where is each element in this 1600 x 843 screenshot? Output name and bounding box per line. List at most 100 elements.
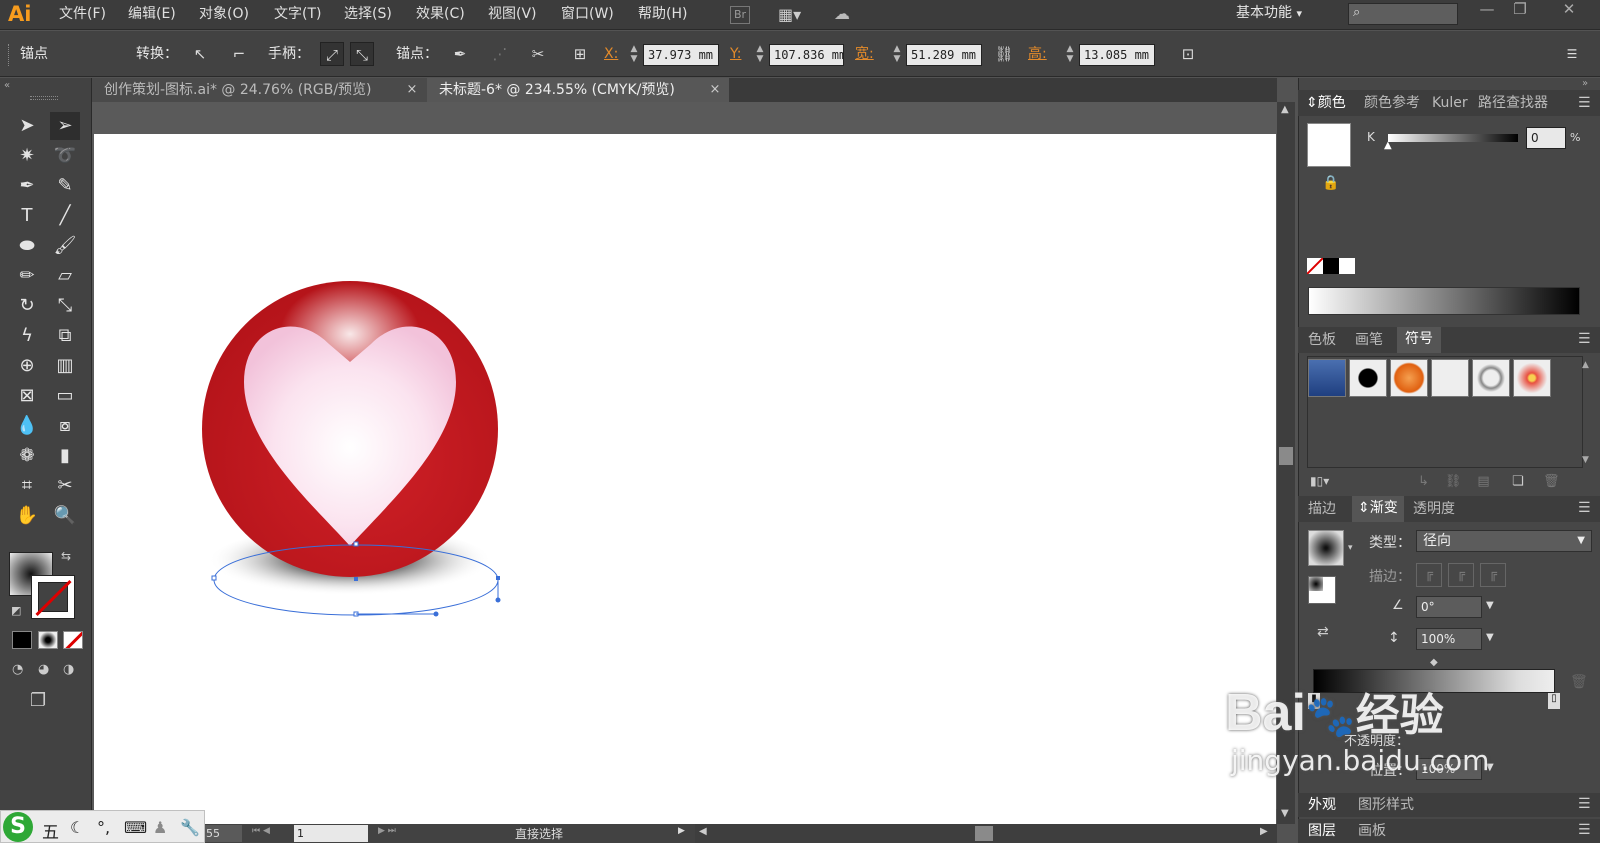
convert-corner-icon[interactable]: ↖ (188, 42, 212, 66)
y-stepper[interactable]: ▲ ▼ (753, 44, 767, 66)
tab-artboards[interactable]: 画板 (1358, 819, 1386, 843)
free-transform-tool-icon[interactable]: ⧉ (50, 322, 80, 350)
eyedropper-tool-icon[interactable]: 💧 (12, 412, 42, 440)
gradient-tool-icon[interactable]: ▭ (50, 382, 80, 410)
workspace-switcher[interactable]: 基本功能 ▾ (1236, 0, 1302, 30)
select-arrow-tool-icon[interactable]: ➤ (12, 112, 42, 140)
none-swatch[interactable] (1307, 258, 1323, 274)
search-input[interactable]: ⌕ (1348, 3, 1458, 25)
collapse-panels-icon[interactable]: » (1582, 78, 1588, 89)
draw-behind-icon[interactable]: ◕ (38, 662, 49, 677)
wrench-icon[interactable]: 🔧 (180, 818, 200, 837)
color-mode-icon[interactable] (12, 631, 32, 649)
tab-kuler[interactable]: Kuler (1432, 91, 1468, 115)
vertical-scroll-thumb[interactable] (1279, 447, 1293, 465)
pen-tool-icon[interactable]: ✒ (12, 172, 42, 200)
page-field[interactable]: 1 (294, 825, 368, 842)
height-stepper[interactable]: ▲ ▼ (1063, 44, 1077, 66)
anchor-left[interactable] (211, 575, 217, 581)
ellipse-tool-icon[interactable]: ⬬ (12, 232, 42, 260)
height-field[interactable]: 13.085 mm (1079, 44, 1155, 66)
tab-brushes[interactable]: 画笔 (1355, 328, 1383, 352)
artboard-tool-icon[interactable]: ⌗ (12, 472, 42, 500)
menu-type[interactable]: 文字(T) (274, 0, 321, 30)
convert-smooth-icon[interactable]: ⌐ (227, 42, 251, 66)
stroke-along-icon[interactable]: ╔ (1448, 563, 1474, 587)
stroke-across-icon[interactable]: ╔ (1480, 563, 1506, 587)
last-page-icon[interactable]: ▶ ⏭ (378, 826, 396, 836)
menu-view[interactable]: 视图(V) (488, 0, 537, 30)
gradient-mode-icon[interactable] (38, 631, 58, 649)
menu-edit[interactable]: 编辑(E) (128, 0, 176, 30)
warp-tool-icon[interactable]: ϟ (12, 322, 42, 350)
delete-stop-icon[interactable]: 🗑 (1570, 674, 1588, 690)
type-tool-icon[interactable]: T (12, 202, 42, 230)
black-swatch[interactable] (1323, 258, 1339, 274)
symbols-scroll-down-icon[interactable]: ▼ (1582, 455, 1589, 465)
tab-stroke[interactable]: 描边 (1308, 497, 1336, 521)
zoom-tool-icon[interactable]: 🔍 (50, 502, 80, 530)
arrange-documents-icon[interactable]: ▦▾ (778, 5, 812, 25)
y-field[interactable]: 107.836 mm (769, 44, 844, 66)
scroll-down-icon[interactable]: ▼ (1281, 808, 1289, 819)
menu-window[interactable]: 窗口(W) (561, 0, 614, 30)
gradient-aspect-field[interactable]: 100% (1416, 628, 1482, 650)
toolbox-grip-icon[interactable] (30, 96, 58, 100)
tab-color[interactable]: ⇕颜色 (1306, 91, 1346, 115)
angle-dropdown-icon[interactable]: ▼ (1486, 600, 1494, 611)
symbols-panel-menu-icon[interactable]: ☰ (1578, 331, 1591, 347)
rotate-tool-icon[interactable]: ↻ (12, 292, 42, 320)
reverse-gradient-icon[interactable]: ⇄ (1317, 624, 1329, 640)
tab-document-1[interactable]: 创作策划-图标.ai* @ 24.76% (RGB/预览) (92, 78, 427, 102)
slice-tool-icon[interactable]: ✂ (50, 472, 80, 500)
direct-select-tool-icon[interactable]: ➢ (50, 112, 80, 140)
tab-layers[interactable]: 图层 (1308, 819, 1336, 843)
handle-point[interactable] (433, 611, 439, 617)
tab-transparency[interactable]: 透明度 (1413, 497, 1455, 521)
color-spectrum[interactable] (1308, 287, 1580, 315)
artwork[interactable] (94, 134, 1276, 824)
menu-help[interactable]: 帮助(H) (638, 0, 687, 30)
user-icon[interactable]: ♟ (153, 818, 167, 837)
ime-mode[interactable]: 五 (42, 818, 59, 843)
k-value-field[interactable]: 0 (1526, 127, 1566, 149)
gradient-preview[interactable] (1308, 530, 1344, 566)
color-fill-preview[interactable] (1307, 123, 1351, 167)
screen-mode-icon[interactable]: ❐ (30, 690, 46, 711)
show-handles-icon[interactable]: ⤢ (320, 42, 344, 66)
swap-fill-stroke-icon[interactable]: ⇆ (61, 549, 71, 563)
k-slider[interactable] (1388, 134, 1518, 142)
collapse-toolbox-icon[interactable]: « (4, 80, 10, 91)
lasso-tool-icon[interactable]: ➰ (50, 142, 80, 170)
connect-endpoints-icon[interactable]: ⋰ (488, 42, 512, 66)
white-swatch[interactable] (1339, 258, 1355, 274)
pencil-tool-icon[interactable]: ✏ (12, 262, 42, 290)
remove-anchor-icon[interactable]: ✒ (448, 42, 472, 66)
handle-point-2[interactable] (495, 597, 501, 603)
x-field[interactable]: 37.973 mm (643, 44, 719, 66)
close-tab-2-icon[interactable]: × (708, 78, 722, 102)
draw-inside-icon[interactable]: ◑ (63, 662, 74, 677)
default-colors-icon[interactable]: ◩ (11, 604, 21, 617)
graph-tool-icon[interactable]: ▥ (50, 352, 80, 380)
blend-tool-icon[interactable]: ⧇ (50, 412, 80, 440)
tab-appearance[interactable]: 外观 (1308, 793, 1336, 817)
tab-document-2[interactable]: 未标题-6* @ 234.55% (CMYK/预览) (427, 78, 729, 102)
moon-icon[interactable]: ☾ (70, 818, 84, 837)
stroke-swatch[interactable] (31, 575, 75, 619)
symbol-actions-icon[interactable]: ↳⛓▤ (1418, 474, 1506, 489)
width-field[interactable]: 51.289 mm (906, 44, 982, 66)
scale-tool-icon[interactable]: ⤡ (50, 292, 80, 320)
punctuation-icon[interactable]: °, (97, 818, 110, 837)
new-symbol-icon[interactable]: ❏ (1512, 474, 1524, 489)
layers-panel-menu-icon[interactable]: ☰ (1578, 822, 1591, 838)
x-stepper[interactable]: ▲ ▼ (627, 44, 641, 66)
status-menu-icon[interactable]: ▶ (678, 826, 685, 836)
shape-builder-tool-icon[interactable]: ⊕ (12, 352, 42, 380)
appearance-panel-menu-icon[interactable]: ☰ (1578, 796, 1591, 812)
anchor-top[interactable] (353, 541, 359, 547)
scroll-right-icon[interactable]: ▶ (1260, 826, 1268, 837)
tab-swatches[interactable]: 色板 (1308, 328, 1336, 352)
mesh-tool-icon[interactable]: ⊠ (12, 382, 42, 410)
scroll-left-icon[interactable]: ◀ (699, 826, 707, 837)
